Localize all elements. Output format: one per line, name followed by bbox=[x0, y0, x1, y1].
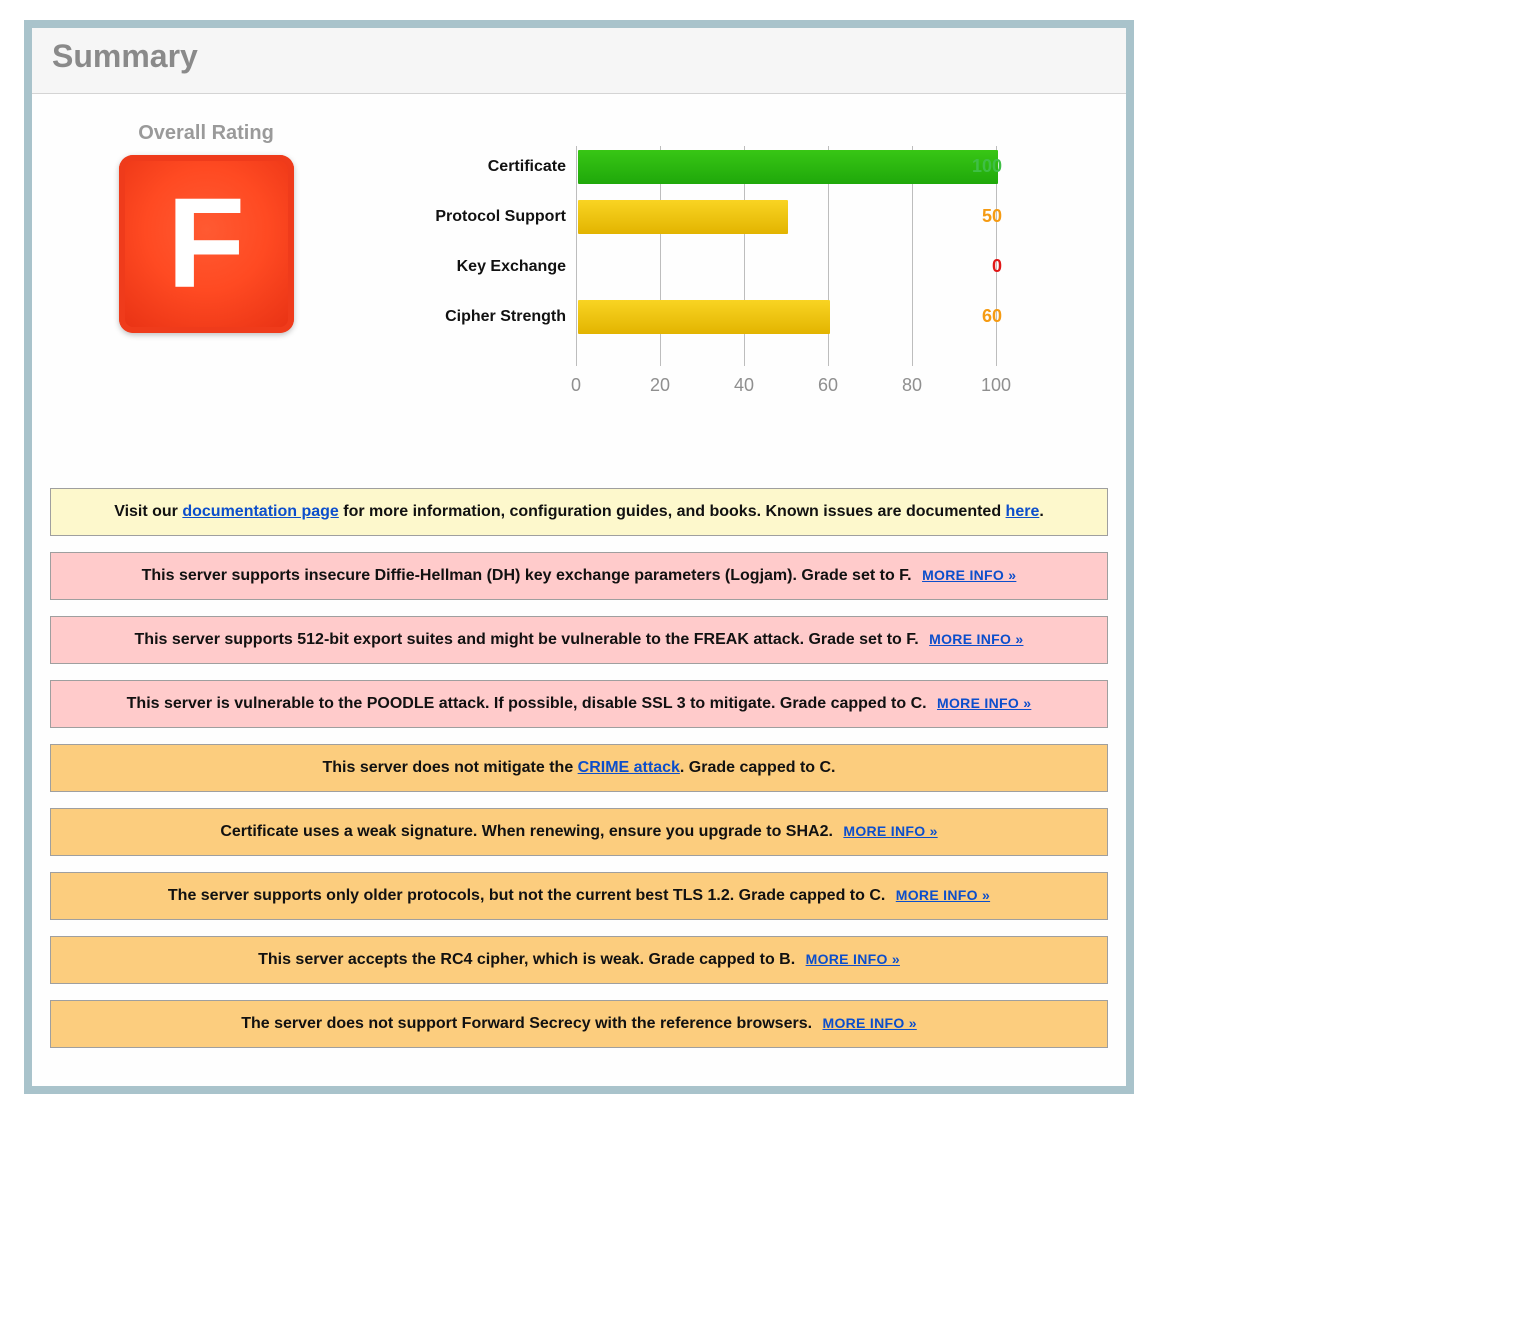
link-documentation[interactable]: documentation page bbox=[182, 503, 338, 520]
more-info-link[interactable]: MORE INFO » bbox=[806, 951, 900, 967]
overall-rating-label: Overall Rating bbox=[56, 122, 356, 145]
overall-rating: Overall Rating F bbox=[56, 116, 356, 333]
notice-text: This server accepts the RC4 cipher, whic… bbox=[258, 951, 800, 968]
chart-bar bbox=[578, 300, 830, 334]
link-crime[interactable]: CRIME attack bbox=[578, 759, 680, 776]
notice-text: This server is vulnerable to the POODLE … bbox=[127, 695, 931, 712]
chart-row-label: Key Exchange bbox=[356, 258, 576, 276]
notice-text: This server supports 512-bit export suit… bbox=[135, 631, 924, 648]
chart-bar bbox=[578, 150, 998, 184]
notice-danger: This server supports 512-bit export suit… bbox=[50, 616, 1108, 664]
grade-letter: F bbox=[167, 180, 245, 308]
chart-row-label: Certificate bbox=[356, 158, 576, 176]
chart-value: 60 bbox=[982, 306, 1002, 327]
chart-tick-label: 40 bbox=[734, 375, 754, 396]
more-info-link[interactable]: MORE INFO » bbox=[822, 1015, 916, 1031]
chart-tick-label: 80 bbox=[902, 375, 922, 396]
chart-bar bbox=[578, 200, 788, 234]
chart-value: 100 bbox=[972, 156, 1002, 177]
summary-header: Summary bbox=[32, 28, 1126, 94]
summary-panel: Summary Overall Rating F 0 20 40 60 80 100 Ce… bbox=[24, 20, 1134, 1094]
chart-value: 0 bbox=[992, 256, 1002, 277]
notice-warn: The server supports only older protocols… bbox=[50, 872, 1108, 920]
chart-tick-label: 100 bbox=[981, 375, 1011, 396]
notice-text: Certificate uses a weak signature. When … bbox=[220, 823, 837, 840]
more-info-link[interactable]: MORE INFO » bbox=[922, 567, 1016, 583]
chart-tick-label: 0 bbox=[571, 375, 581, 396]
more-info-link[interactable]: MORE INFO » bbox=[896, 887, 990, 903]
scores-chart: 0 20 40 60 80 100 Certificate 100 Protocol Supp… bbox=[356, 146, 1102, 436]
notice-warn: This server accepts the RC4 cipher, whic… bbox=[50, 936, 1108, 984]
page-title: Summary bbox=[52, 38, 1106, 75]
notice-info: Visit our documentation page for more in… bbox=[50, 488, 1108, 536]
chart-row: Key Exchange bbox=[356, 250, 1102, 284]
grade-badge: F bbox=[119, 155, 294, 333]
more-info-link[interactable]: MORE INFO » bbox=[843, 823, 937, 839]
notice-warn: This server does not mitigate the CRIME … bbox=[50, 744, 1108, 792]
more-info-link[interactable]: MORE INFO » bbox=[937, 695, 1031, 711]
notice-list: Visit our documentation page for more in… bbox=[50, 488, 1108, 1048]
notice-text: The server supports only older protocols… bbox=[168, 887, 890, 904]
notice-danger: This server is vulnerable to the POODLE … bbox=[50, 680, 1108, 728]
chart-tick-label: 20 bbox=[650, 375, 670, 396]
chart-row-label: Cipher Strength bbox=[356, 308, 576, 326]
notice-warn: Certificate uses a weak signature. When … bbox=[50, 808, 1108, 856]
chart-value: 50 bbox=[982, 206, 1002, 227]
notice-danger: This server supports insecure Diffie-Hel… bbox=[50, 552, 1108, 600]
notice-text: This server supports insecure Diffie-Hel… bbox=[142, 567, 916, 584]
more-info-link[interactable]: MORE INFO » bbox=[929, 631, 1023, 647]
notice-text: The server does not support Forward Secr… bbox=[241, 1015, 816, 1032]
chart-row-label: Protocol Support bbox=[356, 208, 576, 226]
notice-warn: The server does not support Forward Secr… bbox=[50, 1000, 1108, 1048]
link-known_issues[interactable]: here bbox=[1006, 503, 1040, 520]
chart-tick-label: 60 bbox=[818, 375, 838, 396]
